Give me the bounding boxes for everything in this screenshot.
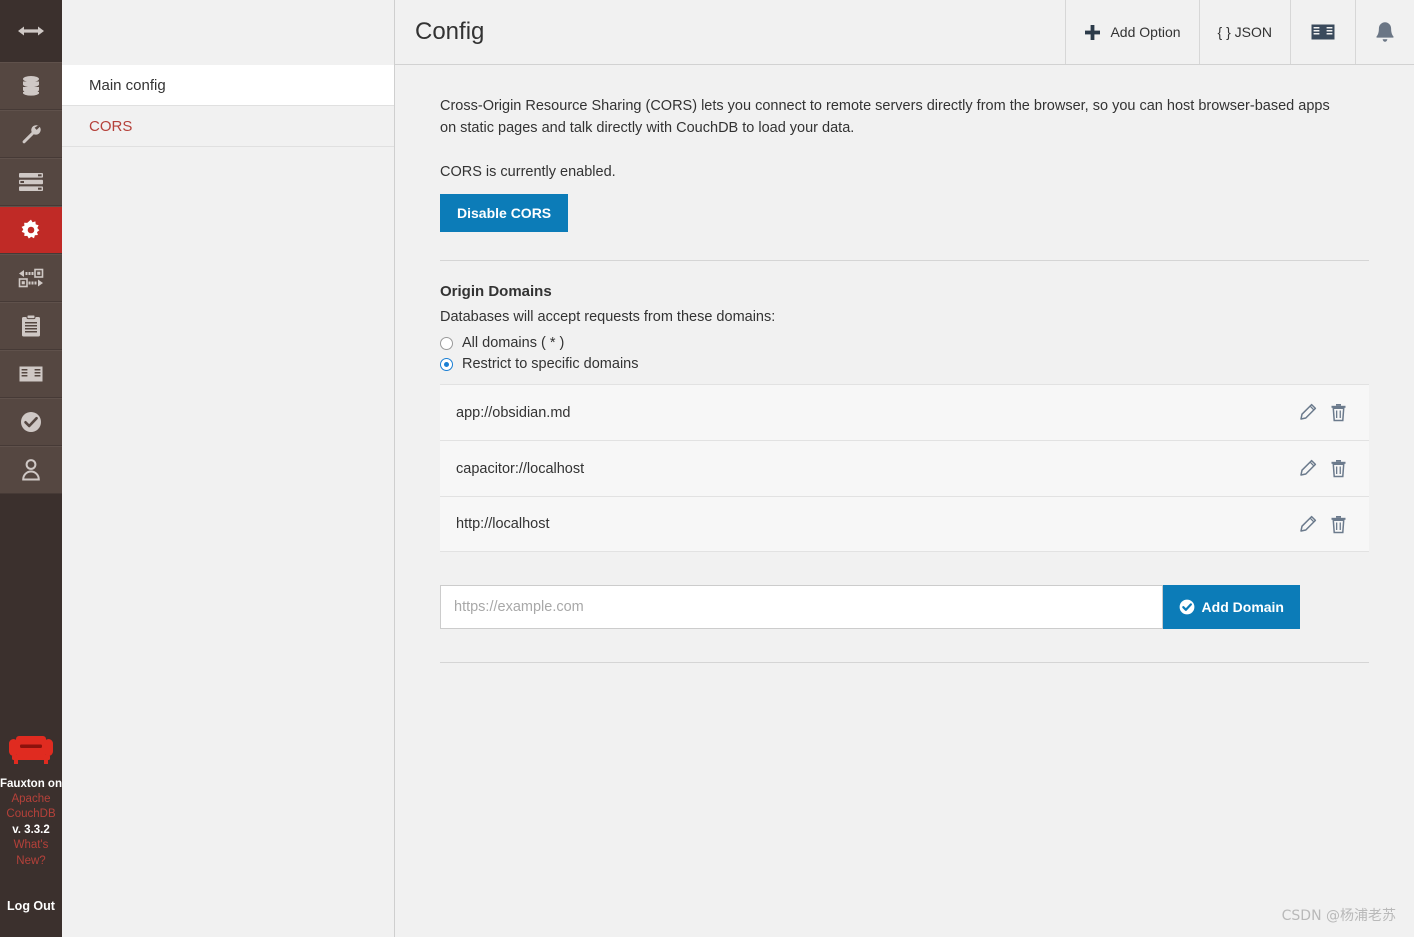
section-divider-bottom: [440, 662, 1369, 663]
sidebar-item-label: CORS: [89, 117, 133, 135]
add-option-label: Add Option: [1110, 24, 1181, 40]
sidebar-item-account[interactable]: [0, 446, 62, 494]
plus-icon: [1085, 24, 1101, 40]
fauxton-on-label: Fauxton on: [0, 777, 62, 790]
secondary-sidebar: Main config CORS: [62, 0, 395, 937]
sidebar-item-setup[interactable]: [0, 110, 62, 158]
add-domain-row: Add Domain: [440, 585, 1300, 629]
whats-new-link-line1[interactable]: What's: [14, 838, 49, 854]
table-row: app://obsidian.md: [440, 384, 1369, 440]
json-label: { } JSON: [1217, 24, 1272, 40]
couch-logo: [8, 734, 54, 771]
documentation-button[interactable]: [1290, 0, 1355, 64]
sidebar-item-active-tasks[interactable]: [0, 302, 62, 350]
section-divider-top: [440, 260, 1369, 261]
origin-domain-list: app://obsidian.md capacitor://localhost …: [440, 384, 1369, 552]
disable-cors-button[interactable]: Disable CORS: [440, 194, 569, 232]
bell-icon: [1376, 21, 1394, 42]
database-icon: [23, 76, 39, 96]
add-domain-input[interactable]: [440, 585, 1163, 629]
expand-collapse-toggle[interactable]: [0, 0, 62, 62]
json-button[interactable]: { } JSON: [1198, 0, 1290, 64]
delete-domain-button[interactable]: [1330, 459, 1347, 478]
radio-restrict-domains-indicator[interactable]: [440, 357, 453, 371]
page-title: Config: [415, 18, 485, 45]
fauxton-app: Fauxton on Apache CouchDB v. 3.3.2 What'…: [0, 0, 1414, 937]
cors-description: Cross-Origin Resource Sharing (CORS) let…: [440, 98, 1330, 136]
watermark: CSDN @杨浦老苏: [1281, 908, 1396, 924]
row-actions: [1298, 515, 1347, 534]
sidebar-footer: Fauxton on Apache CouchDB v. 3.3.2 What'…: [0, 733, 62, 937]
radio-restrict-domains-label: Restrict to specific domains: [462, 356, 639, 372]
check-circle-icon: [21, 412, 41, 432]
sidebar-item-main-config[interactable]: Main config: [62, 65, 394, 106]
sidebar-spacer: [0, 494, 62, 734]
topbar: Config Add Option { } JSON: [395, 0, 1414, 65]
radio-all-domains-indicator[interactable]: [440, 336, 453, 350]
sidebar-item-replication[interactable]: [0, 254, 62, 302]
secondary-sidebar-filler: [62, 147, 394, 937]
delete-domain-button[interactable]: [1330, 403, 1347, 422]
row-actions: [1298, 459, 1347, 478]
trash-icon: [1331, 460, 1346, 478]
sidebar-item-configuration[interactable]: [0, 206, 62, 254]
edit-domain-button[interactable]: [1298, 459, 1317, 478]
radio-restrict-domains[interactable]: Restrict to specific domains: [440, 356, 1369, 372]
sidebar-item-documentation[interactable]: [0, 350, 62, 398]
radio-all-domains[interactable]: All domains ( * ): [440, 335, 1369, 351]
pencil-icon: [1300, 515, 1317, 532]
sidebar-item-databases[interactable]: [0, 62, 62, 110]
book-icon: [19, 366, 43, 382]
replication-icon: [18, 268, 44, 288]
origin-domains-subtitle: Databases will accept requests from thes…: [440, 309, 776, 325]
topbar-actions: Add Option { } JSON: [1065, 0, 1414, 64]
notifications-button[interactable]: [1355, 0, 1414, 64]
primary-sidebar: Fauxton on Apache CouchDB v. 3.3.2 What'…: [0, 0, 62, 937]
add-domain-button[interactable]: Add Domain: [1162, 585, 1300, 629]
delete-domain-button[interactable]: [1330, 515, 1347, 534]
add-option-button[interactable]: Add Option: [1065, 0, 1199, 64]
domain-name: http://localhost: [456, 516, 550, 532]
domain-name: capacitor://localhost: [456, 460, 585, 477]
radio-all-domains-label: All domains ( * ): [462, 335, 565, 351]
add-domain-label: Add Domain: [1201, 599, 1284, 615]
version-label: v. 3.3.2: [12, 823, 50, 836]
check-circle-icon: [1179, 599, 1194, 615]
logout-button[interactable]: Log Out: [7, 899, 55, 913]
couchdb-couch-icon: [9, 735, 53, 764]
user-icon: [22, 459, 40, 481]
couchdb-link[interactable]: CouchDB: [6, 807, 55, 823]
origin-domains-title: Origin Domains: [440, 283, 552, 300]
sidebar-item-verify[interactable]: [0, 398, 62, 446]
pencil-icon: [1300, 459, 1317, 476]
sidebar-item-cluster-setup[interactable]: [0, 158, 62, 206]
gear-icon: [21, 219, 40, 239]
cors-status-text: CORS is currently enabled.: [440, 164, 616, 180]
sidebar-item-label: Main config: [89, 76, 166, 94]
row-actions: [1298, 403, 1347, 422]
wrench-icon: [22, 125, 41, 144]
table-row: capacitor://localhost: [440, 440, 1369, 496]
table-row: http://localhost: [440, 496, 1369, 552]
book-icon: [1311, 24, 1335, 40]
cors-content: Cross-Origin Resource Sharing (CORS) let…: [395, 65, 1414, 937]
edit-domain-button[interactable]: [1298, 403, 1317, 422]
secondary-sidebar-header: [62, 0, 394, 65]
trash-icon: [1331, 515, 1346, 533]
domain-name: app://obsidian.md: [456, 404, 571, 421]
main-region: Config Add Option { } JSON Cross-Origin …: [395, 0, 1414, 937]
trash-icon: [1331, 404, 1346, 422]
sidebar-icon-list: [0, 62, 62, 494]
server-bars-icon: [19, 173, 43, 191]
clipboard-icon: [22, 314, 40, 337]
edit-domain-button[interactable]: [1298, 515, 1317, 534]
double-arrow-icon: [18, 26, 44, 36]
sidebar-item-cors[interactable]: CORS: [62, 106, 394, 147]
apache-link[interactable]: Apache: [11, 792, 50, 808]
pencil-icon: [1300, 403, 1317, 420]
whats-new-link-line2[interactable]: New?: [16, 854, 45, 870]
